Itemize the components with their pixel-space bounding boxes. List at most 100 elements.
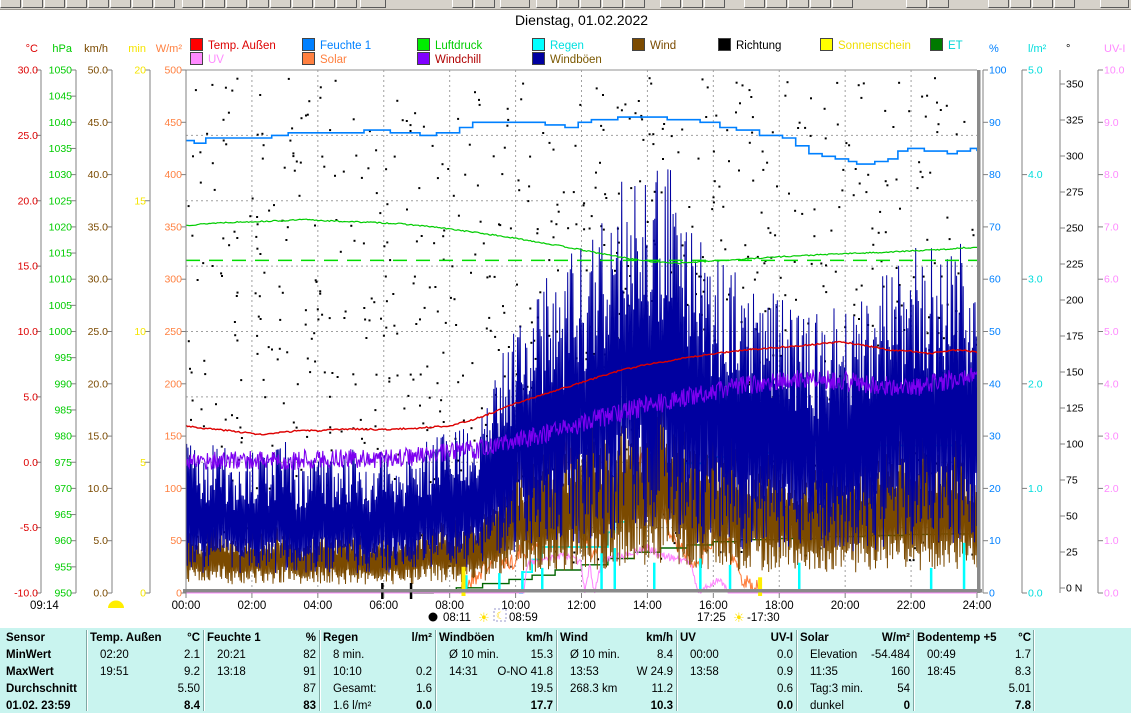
legend-swatch (417, 38, 430, 51)
axis-tick-label: 1015 (49, 248, 73, 260)
axis-tick-label: 4.0 (1028, 169, 1043, 181)
rain-rate-bar (930, 568, 933, 589)
axis-tick-label: 20 (989, 483, 1001, 495)
axis-tick-label: 5.0 (93, 535, 108, 547)
x-tick-label: 24:00 (963, 600, 992, 612)
legend-label: Solar (320, 54, 347, 66)
axis-tick-label: 960 (54, 535, 72, 547)
rain-rate-bar (521, 571, 524, 589)
axis-tick-label: 5.0 (23, 391, 38, 403)
legend-label: Luftdruck (435, 40, 482, 52)
legend-item-sonnenschein: Sonnenschein (820, 38, 911, 51)
axis-tick-label: 1035 (49, 143, 73, 155)
table-group-unit: °C (88, 630, 200, 647)
axis-tick-label: 1025 (49, 195, 73, 207)
x-tick-label: 08:00 (435, 600, 464, 612)
table-cell-value: 0.0 (678, 647, 793, 664)
table-divider-highlight (436, 630, 437, 711)
moonset-time-label: 09:14 (30, 600, 59, 612)
axis-tick-label: -5.0 (20, 522, 38, 534)
table-cell-value: 7.8 (915, 698, 1031, 715)
table-divider-highlight (204, 630, 205, 711)
legend-swatch (930, 38, 943, 51)
legend-swatch (190, 52, 203, 65)
table-cell-value: 8.4 (88, 698, 200, 715)
table-divider-highlight (797, 630, 798, 711)
moonrise-moon-icon: ☾ (496, 611, 505, 622)
axis-tick-label: 0.0 (1028, 588, 1043, 600)
axis-tick-label: 50 (170, 535, 182, 547)
plot-right-border (977, 70, 981, 593)
x-tick-label: 22:00 (897, 600, 926, 612)
table-cell-value: 2.1 (88, 647, 200, 664)
table-cell-value: 83 (205, 698, 316, 715)
table-cell-value: 54 (798, 681, 910, 698)
table-cell-value: 160 (798, 664, 910, 681)
legend-swatch (302, 38, 315, 51)
axis-tick-label: 300 (1066, 151, 1084, 163)
table-cell-value: 10.3 (558, 698, 673, 715)
axis-tick-label: 100 (1066, 439, 1084, 451)
table-group-unit: °C (915, 630, 1031, 647)
table-cell-value: 5.50 (88, 681, 200, 698)
moon-icon (108, 601, 124, 608)
weather-chart-svg: 00:0002:0004:0006:0008:0010:0012:0014:00… (0, 0, 1131, 627)
legend-label: Wind (650, 40, 676, 52)
table-cell-value: 19.5 (437, 681, 553, 698)
axis-tick-label: 90 (989, 117, 1001, 129)
table-cell-value: 8.3 (915, 664, 1031, 681)
axis-tick-label: 980 (54, 431, 72, 443)
table-row-label: Durchschnitt (6, 681, 77, 698)
table-row-label: Sensor (6, 630, 45, 647)
axis-tick-label: 25.0 (88, 326, 109, 338)
table-cell-value: 82 (205, 647, 316, 664)
rain-rate-bar (729, 565, 732, 589)
axis-tick-label: 5.0 (1104, 326, 1119, 338)
table-cell-value: 1.7 (915, 647, 1031, 664)
axis-tick-label: 1045 (49, 91, 73, 103)
axis-tick-label: 1040 (49, 117, 73, 129)
axis-tick-label: 990 (54, 378, 72, 390)
legend-swatch (417, 52, 430, 65)
axis-tick-label: 25 (1066, 547, 1078, 559)
rain-rate-bar (699, 559, 702, 590)
axis-tick-label: 20.0 (18, 195, 39, 207)
table-cell-value: 0.9 (678, 664, 793, 681)
x-tick-label: 12:00 (567, 600, 596, 612)
legend-swatch (190, 38, 203, 51)
axis-tick-label: 20.0 (88, 378, 109, 390)
x-tick-label: 04:00 (303, 600, 332, 612)
table-cell-value: 15.3 (437, 647, 553, 664)
axis-tick-label: 970 (54, 483, 72, 495)
table-cell-value: 0.6 (678, 681, 793, 698)
table-cell-value: 9.2 (88, 664, 200, 681)
axis-tick-label: 1.0 (1104, 535, 1119, 547)
legend-swatch (718, 38, 731, 51)
moonrise-time-label: 08:59 (509, 612, 538, 624)
axis-tick-label: 3.0 (1028, 274, 1043, 286)
legend-swatch (632, 38, 645, 51)
axis-tick-label: 350 (164, 221, 182, 233)
axis-tick-label: 0.0 (93, 588, 108, 600)
legend-label: UV (208, 54, 224, 66)
table-divider-highlight (1034, 630, 1035, 711)
axis-tick-label: 4.0 (1104, 378, 1119, 390)
axis-tick-label: 400 (164, 169, 182, 181)
axis-tick-label: 0.0 (23, 457, 38, 469)
axis-tick-label: 50 (989, 326, 1001, 338)
legend-item-windchill: Windchill (417, 52, 481, 65)
axis-tick-label: 200 (164, 378, 182, 390)
axis-tick-label: 250 (164, 326, 182, 338)
table-cell-value: 87 (205, 681, 316, 698)
axis-tick-label: 1010 (49, 274, 73, 286)
axis-tick-label: 985 (54, 404, 72, 416)
chart-area: 00:0002:0004:0006:0008:0010:0012:0014:00… (0, 0, 1131, 627)
dusk-time-label: -17:30 (747, 612, 780, 624)
table-cell-value: O-NO 41.8 (437, 664, 553, 681)
axis-tick-label: 1000 (49, 326, 73, 338)
axis-tick-label: 80 (989, 169, 1001, 181)
axis-tick-label: 2.0 (1104, 483, 1119, 495)
axis-uv-right: UV-I10.09.08.07.06.05.04.03.02.01.00.0 (1098, 43, 1125, 600)
x-tick-label: 20:00 (831, 600, 860, 612)
axis-tick-label: 10 (134, 326, 146, 338)
